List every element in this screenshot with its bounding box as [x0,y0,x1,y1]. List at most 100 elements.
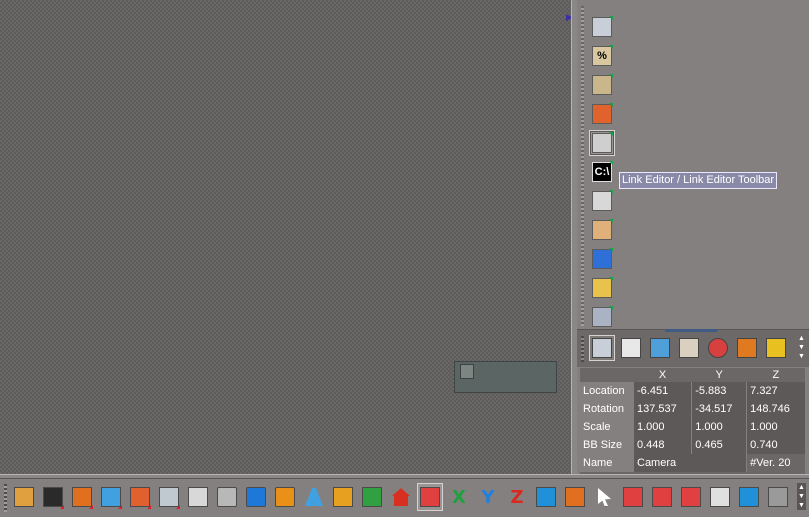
pencil-scale-icon [101,487,121,507]
palette-icon [188,487,208,507]
axis-rotate2-icon [681,487,701,507]
tab-render[interactable] [647,335,673,361]
rotation-y-field[interactable]: -34.517 [691,400,747,418]
bbsize-y-field[interactable]: 0.465 [691,436,747,454]
tool-button-axis-rotate2[interactable] [678,483,704,511]
bottom-scroll-arrows-icon[interactable]: ▲ ▼ ▼ [797,483,806,510]
tool-button-cube-blue[interactable] [243,483,269,511]
tab-grid[interactable] [589,335,615,361]
toolbar-grip[interactable] [581,6,584,326]
toolbar-button-grid-plane[interactable] [589,14,615,40]
tab-camera[interactable] [618,335,644,361]
submenu-indicator-icon [609,74,613,78]
axis-local-icon [739,487,759,507]
props-header-blank [580,368,634,382]
tool-button-select-axis[interactable] [11,483,37,511]
z-axis-icon: Z [510,486,524,508]
axis-scale-icon [652,487,672,507]
mini-window-handle[interactable] [460,364,474,379]
tool-button-palette[interactable] [185,483,211,511]
tab-light[interactable] [676,335,702,361]
tool-button-pencil-move[interactable] [69,483,95,511]
tool-button-spotlight[interactable] [301,483,327,511]
toolbar-button-layers[interactable] [589,188,615,214]
name-row: Name Camera #Ver. 20 [580,454,805,472]
tool-button-mesh-grid[interactable] [156,483,182,511]
tab-scroll-arrows-icon[interactable]: ▲ ▼ ▼ [797,334,806,361]
tool-button-transform[interactable] [562,483,588,511]
toolbar-button-command-prompt[interactable]: C:\ [589,159,615,185]
tab-strip-accent [665,329,717,332]
tool-button-cube-orange[interactable] [272,483,298,511]
tab-strip-grip[interactable] [581,336,584,362]
tool-button-axis-local[interactable] [736,483,762,511]
axis-rotate-icon [362,487,382,507]
bbsize-z-field[interactable]: 0.740 [746,436,805,454]
tool-button-axis-scale[interactable] [649,483,675,511]
location-y-field[interactable]: -5.883 [691,382,747,400]
toolbar-button-hand-tool[interactable] [589,275,615,301]
camera-tab-icon [621,338,641,358]
tool-button-box-stack[interactable] [127,483,153,511]
toolbar-button-schematic[interactable] [589,304,615,330]
toolbar-button-pencil-ruler[interactable] [589,72,615,98]
tool-button-wire-cube[interactable] [707,483,733,511]
floating-mini-window[interactable] [454,361,557,393]
rotation-row: Rotation 137.537 -34.517 148.746 [580,400,805,418]
schematic-icon [592,307,612,327]
name-label: Name [580,454,634,472]
toolbar-button-percent[interactable]: % [589,43,615,69]
tool-button-x-axis[interactable]: X [446,483,472,511]
scale-label: Scale [580,418,634,436]
tool-button-gizmo[interactable] [765,483,791,511]
tool-button-lamp[interactable] [330,483,356,511]
gizmo-icon [768,487,788,507]
grid-tab-icon [592,338,612,358]
select-axis-icon [14,487,34,507]
tool-button-y-axis[interactable]: Y [475,483,501,511]
toolbar-button-record-play[interactable] [589,246,615,272]
panel-icon [592,220,612,240]
tool-button-axes[interactable] [417,483,443,511]
tooltip: Link Editor / Link Editor Toolbar [619,172,778,189]
pencil-move-icon [72,487,92,507]
tool-button-axis-rotate[interactable] [359,483,385,511]
tool-button-z-axis[interactable]: Z [504,483,530,511]
tool-button-axis-move[interactable] [620,483,646,511]
name-field[interactable]: Camera [632,454,747,472]
tab-material[interactable] [705,335,731,361]
toolbar-button-magnet[interactable] [589,101,615,127]
location-x-field[interactable]: -6.451 [632,382,692,400]
wire-cube-icon [710,487,730,507]
scale-z-field[interactable]: 1.000 [746,418,805,436]
scale-x-field[interactable]: 1.000 [632,418,692,436]
object-tab-icon [737,338,757,358]
tool-button-pointer[interactable] [591,483,617,511]
bbsize-x-field[interactable]: 0.448 [632,436,692,454]
toolbar-button-panel[interactable] [589,217,615,243]
submenu-indicator-icon [609,306,613,310]
scale-row: Scale 1.000 1.000 1.000 [580,418,805,436]
3d-viewport[interactable] [0,0,571,474]
toolbar-button-list-view[interactable] [589,130,615,156]
tab-object[interactable] [734,335,760,361]
bottom-toolbar-grip[interactable] [4,484,7,512]
tool-button-house[interactable] [388,483,414,511]
percent-icon: % [592,46,612,66]
x-axis-icon: X [452,486,466,508]
hand-tool-icon [592,278,612,298]
location-z-field[interactable]: 7.327 [746,382,805,400]
tab-folder[interactable] [763,335,789,361]
scale-y-field[interactable]: 1.000 [691,418,747,436]
tool-button-hide[interactable] [40,483,66,511]
tool-button-rotate-arrow[interactable] [533,483,559,511]
tool-button-cube-gray[interactable] [214,483,240,511]
location-row: Location -6.451 -5.883 7.327 [580,382,805,400]
y-axis-icon: Y [481,486,495,508]
rotation-x-field[interactable]: 137.537 [632,400,692,418]
tool-button-pencil-scale[interactable] [98,483,124,511]
grid-plane-icon [592,17,612,37]
rotation-z-field[interactable]: 148.746 [746,400,805,418]
submenu-indicator-icon [609,16,613,20]
bottom-toolbar-buttons: XYZ [11,483,791,511]
